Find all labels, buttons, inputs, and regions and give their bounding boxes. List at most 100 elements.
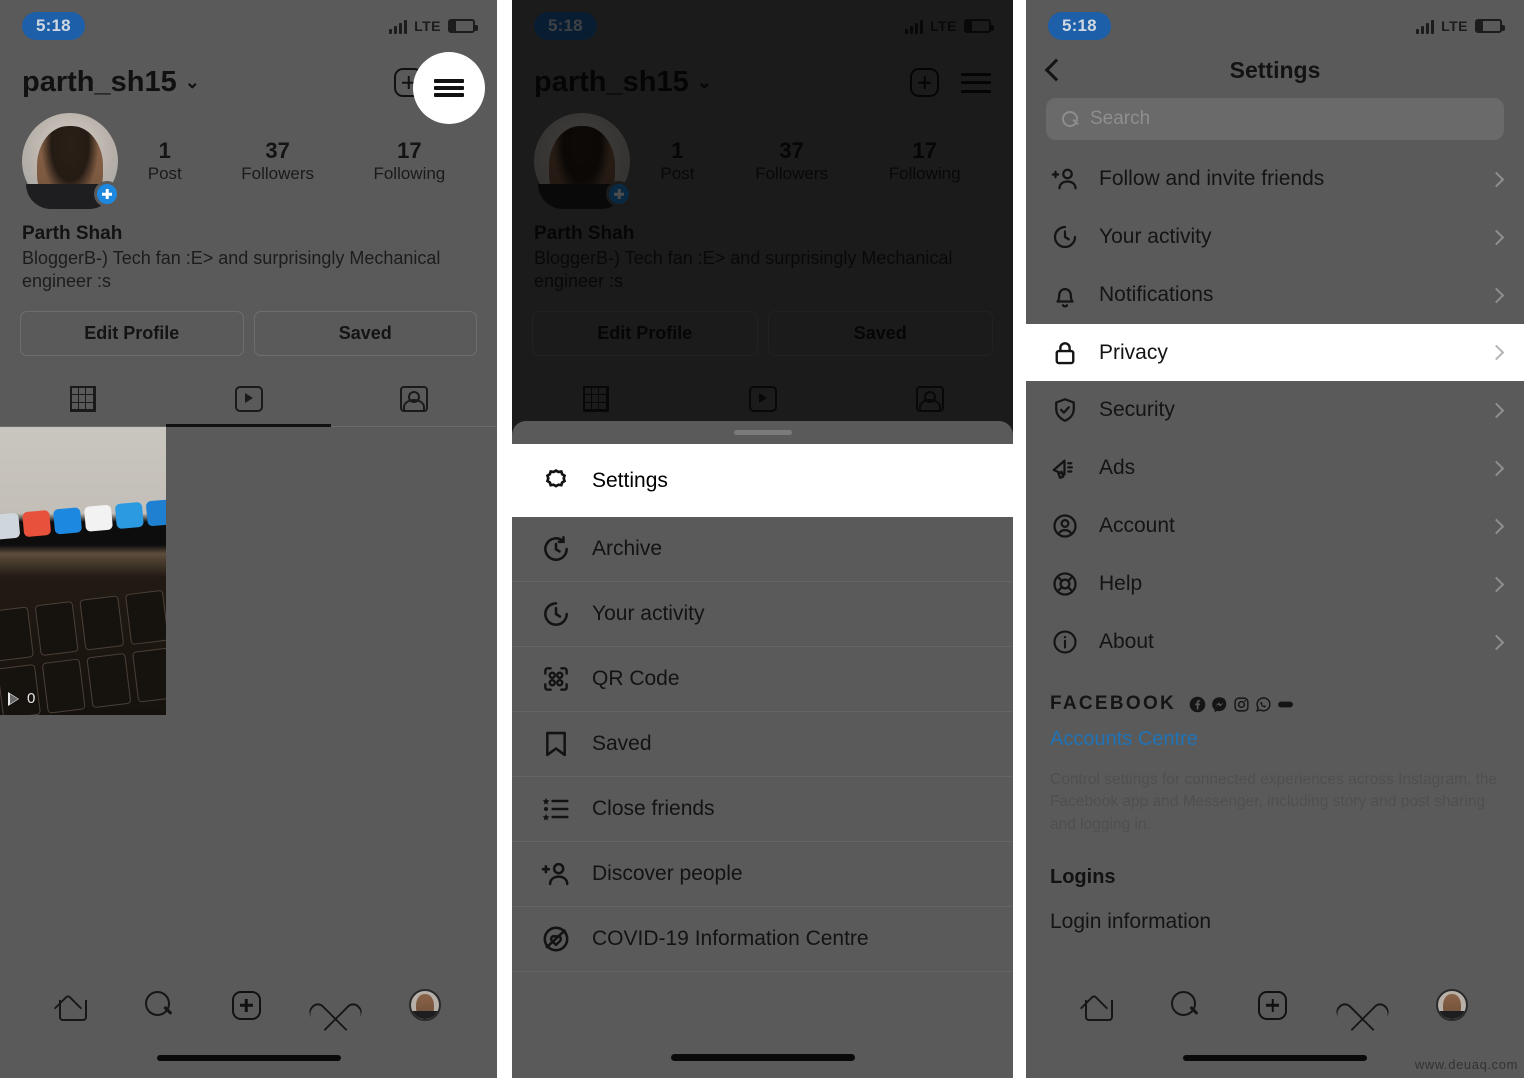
edit-profile-button[interactable]: Edit Profile [20, 311, 244, 357]
settings-item-security[interactable]: Security [1026, 381, 1524, 439]
tab-grid[interactable] [512, 374, 679, 426]
settings-item-ads[interactable]: Ads [1026, 439, 1524, 497]
covid-info-icon [540, 923, 572, 955]
info-circle-icon [1050, 627, 1080, 657]
network-type-label: LTE [414, 18, 441, 34]
stat-followers[interactable]: 37 Followers [755, 138, 828, 183]
settings-item-about[interactable]: About [1026, 613, 1524, 671]
profile-avatar-icon[interactable] [409, 989, 442, 1021]
tab-tagged[interactable] [331, 374, 497, 426]
menu-item-saved[interactable]: Saved [512, 712, 1013, 777]
chevron-right-icon [1488, 229, 1505, 245]
signal-bars-icon [905, 19, 924, 34]
grid-icon [69, 386, 96, 413]
settings-item-label: Your activity [1099, 225, 1212, 248]
settings-item-your-activity[interactable]: Your activity [1026, 208, 1524, 266]
menu-item-your-activity[interactable]: Your activity [512, 582, 1013, 647]
search-input[interactable]: Search [1046, 98, 1504, 140]
settings-item-label: Follow and invite friends [1099, 167, 1325, 190]
settings-item-privacy[interactable]: Privacy [1026, 324, 1524, 381]
plus-box-icon[interactable] [910, 68, 939, 97]
close-friends-list-icon [540, 793, 572, 825]
status-bar: 5:18 LTE [512, 0, 1013, 52]
profile-avatar[interactable] [22, 113, 120, 209]
menu-item-discover-people[interactable]: Discover people [512, 842, 1013, 907]
add-story-badge-icon[interactable] [94, 181, 120, 207]
username-dropdown[interactable]: parth_sh15 ⌄ [22, 66, 200, 99]
profile-bio: BloggerB-) Tech fan :E> and surprisingly… [534, 248, 953, 292]
stat-label: Followers [241, 163, 314, 183]
home-icon[interactable] [56, 991, 87, 1021]
facebook-icon [1189, 696, 1206, 713]
saved-button[interactable]: Saved [253, 311, 477, 357]
settings-list: Follow and invite friends Your activity [1026, 150, 1524, 671]
three-panel-tutorial-screenshot: 5:18 LTE parth_sh15 ⌄ 1 Post 37 Follower… [0, 0, 1524, 1078]
search-icon [1062, 110, 1079, 128]
menu-item-qr-code[interactable]: QR Code [512, 647, 1013, 712]
profile-tabs [512, 374, 1013, 428]
sheet-grab-handle[interactable] [733, 430, 792, 435]
stat-label: Following [888, 163, 961, 183]
chevron-right-icon [1488, 402, 1505, 418]
edit-profile-button[interactable]: Edit Profile [532, 311, 758, 357]
settings-item-notifications[interactable]: Notifications [1026, 266, 1524, 324]
reel-play-count: 0 [8, 690, 35, 707]
menu-item-label: COVID-19 Information Centre [592, 927, 869, 950]
settings-nav-bar: Settings [1026, 52, 1524, 94]
status-indicators: LTE [389, 18, 478, 34]
stat-following[interactable]: 17 Following [889, 138, 961, 183]
tab-reels[interactable] [679, 374, 846, 428]
tagged-icon [915, 386, 944, 413]
add-post-icon[interactable] [231, 990, 261, 1020]
status-clock: 5:18 [534, 12, 597, 40]
menu-bottom-sheet: Settings Archive Your activity QR Code S… [512, 421, 1013, 1078]
menu-item-close-friends[interactable]: Close friends [512, 777, 1013, 842]
chevron-right-icon [1488, 518, 1505, 534]
signal-bars-icon [1416, 19, 1435, 34]
profile-avatar-icon[interactable] [1436, 989, 1469, 1021]
whatsapp-icon [1255, 696, 1272, 713]
search-icon[interactable] [1171, 991, 1199, 1019]
home-indicator-bar [1183, 1055, 1367, 1061]
hamburger-highlight-callout[interactable] [413, 52, 485, 124]
add-story-badge-icon[interactable] [606, 181, 632, 207]
add-post-icon[interactable] [1258, 990, 1288, 1020]
settings-item-help[interactable]: Help [1026, 555, 1524, 613]
home-icon[interactable] [1082, 991, 1113, 1021]
bottom-nav-icons [0, 975, 497, 1021]
menu-list: Settings Archive Your activity QR Code S… [512, 444, 1013, 972]
lifebuoy-icon [1050, 569, 1080, 599]
menu-item-label: Saved [592, 732, 652, 755]
chevron-down-icon: ⌄ [696, 72, 712, 92]
stat-following[interactable]: 17 Following [373, 138, 445, 183]
hamburger-icon-highlighted[interactable] [434, 79, 464, 97]
heart-icon[interactable] [1347, 992, 1377, 1018]
stat-followers[interactable]: 37 Followers [241, 138, 314, 183]
stat-label: Following [373, 163, 446, 183]
tab-grid[interactable] [0, 374, 166, 426]
username-label: parth_sh15 [22, 66, 177, 98]
saved-button[interactable]: Saved [767, 311, 993, 357]
hamburger-icon[interactable] [961, 72, 991, 93]
search-icon[interactable] [144, 991, 173, 1019]
profile-full-name: Parth Shah [534, 223, 635, 244]
profile-avatar[interactable] [534, 113, 632, 209]
search-placeholder: Search [1090, 108, 1151, 129]
settings-item-login-information[interactable]: Login information [1026, 895, 1524, 949]
accounts-centre-link[interactable]: Accounts Centre [1050, 728, 1500, 751]
settings-item-follow-and-invite-friends[interactable]: Follow and invite friends [1026, 150, 1524, 208]
menu-item-settings[interactable]: Settings [512, 444, 1013, 517]
stat-posts[interactable]: 1 Post [148, 138, 182, 183]
username-dropdown[interactable]: parth_sh15 ⌄ [534, 66, 712, 99]
stat-value: 1 [158, 138, 171, 164]
chevron-right-icon [1488, 460, 1505, 476]
tab-tagged[interactable] [846, 374, 1013, 426]
reel-thumbnail[interactable]: 0 [0, 427, 166, 716]
gear-icon [540, 465, 572, 497]
menu-item-archive[interactable]: Archive [512, 517, 1013, 582]
stat-posts[interactable]: 1 Post [660, 138, 694, 183]
heart-icon[interactable] [320, 992, 350, 1018]
profile-action-buttons: Edit Profile Saved [0, 293, 497, 357]
settings-item-account[interactable]: Account [1026, 497, 1524, 555]
tab-reels[interactable] [165, 374, 332, 428]
